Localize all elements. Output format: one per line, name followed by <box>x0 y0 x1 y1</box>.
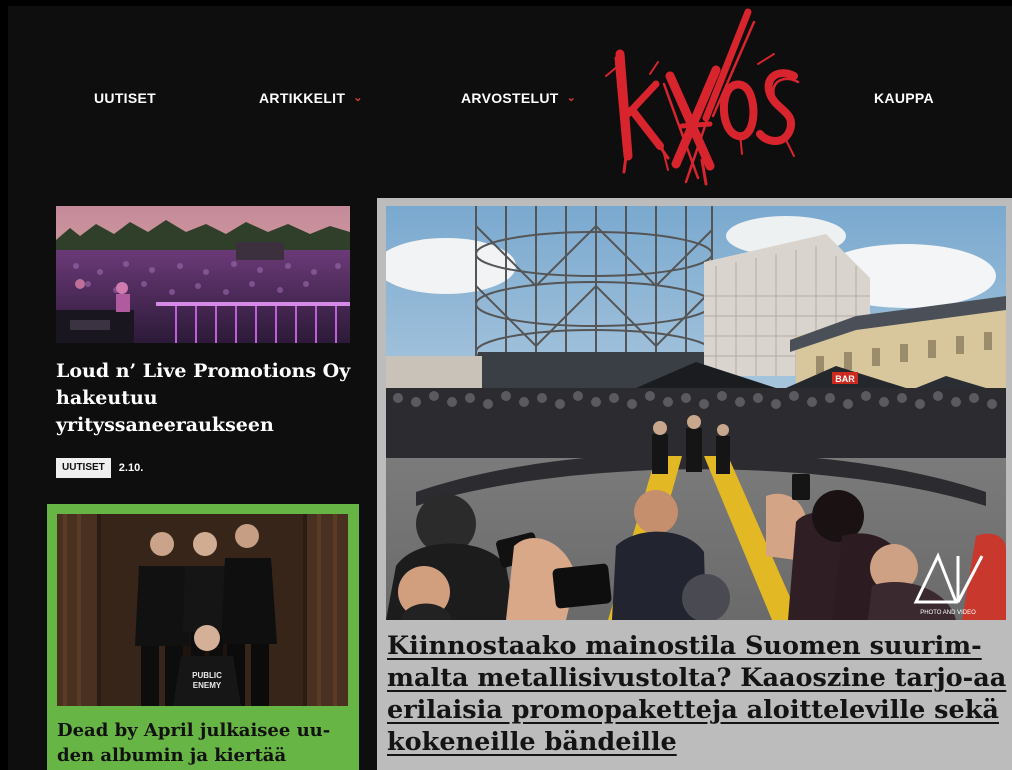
site-header: UUTISET ARTIKKELIT ⌄ ARVOSTELUT ⌄ KAUPPA <box>8 6 1012 196</box>
nav-reviews[interactable]: ARVOSTELUT ⌄ <box>461 90 576 106</box>
article-1-title[interactable]: Loud n’ Live Promotions Oy hakeutuu yrit… <box>56 358 356 439</box>
article-1-category-tag[interactable]: UUTISET <box>56 458 111 478</box>
featured-article: BAR PHOTO AND VIDEO Kiinnostaako mainost… <box>377 198 1012 770</box>
site-logo[interactable] <box>598 6 808 188</box>
nav-articles[interactable]: ARTIKKELIT ⌄ <box>259 90 363 106</box>
shirt-print: ENEMY <box>193 681 222 690</box>
chevron-down-icon: ⌄ <box>566 91 577 104</box>
nav-news[interactable]: UUTISET <box>94 90 156 106</box>
article-2-card[interactable]: PUBLIC ENEMY Dead by April julkaisee uu-… <box>47 504 359 770</box>
nav-news-label: UUTISET <box>94 90 156 106</box>
page-frame: UUTISET ARTIKKELIT ⌄ ARVOSTELUT ⌄ KAUPPA <box>8 6 1012 770</box>
nav-shop[interactable]: KAUPPA <box>874 90 934 106</box>
nav-reviews-label: ARVOSTELUT <box>461 90 559 106</box>
watermark-text: PHOTO AND VIDEO <box>920 610 976 616</box>
article-2-title[interactable]: Dead by April julkaisee uu-den albumin j… <box>57 718 349 768</box>
band-photo: PUBLIC ENEMY <box>57 514 348 706</box>
featured-article-image[interactable]: BAR PHOTO AND VIDEO <box>386 206 1006 620</box>
nav-shop-label: KAUPPA <box>874 90 934 106</box>
chevron-down-icon: ⌄ <box>353 91 363 104</box>
article-1-meta: UUTISET 2.10. <box>56 458 143 478</box>
featured-article-title[interactable]: Kiinnostaako mainostila Suomen suurim-ma… <box>387 630 1009 758</box>
article-1-date: 2.10. <box>118 462 144 474</box>
bar-sign: BAR <box>835 374 855 384</box>
article-2-image[interactable]: PUBLIC ENEMY <box>57 514 348 706</box>
article-1-image[interactable] <box>56 206 350 343</box>
festival-moshpit-photo: BAR PHOTO AND VIDEO <box>386 206 1006 620</box>
shirt-print: PUBLIC <box>192 671 222 680</box>
nav-articles-label: ARTIKKELIT <box>259 90 346 106</box>
concert-crowd-photo <box>56 206 350 343</box>
